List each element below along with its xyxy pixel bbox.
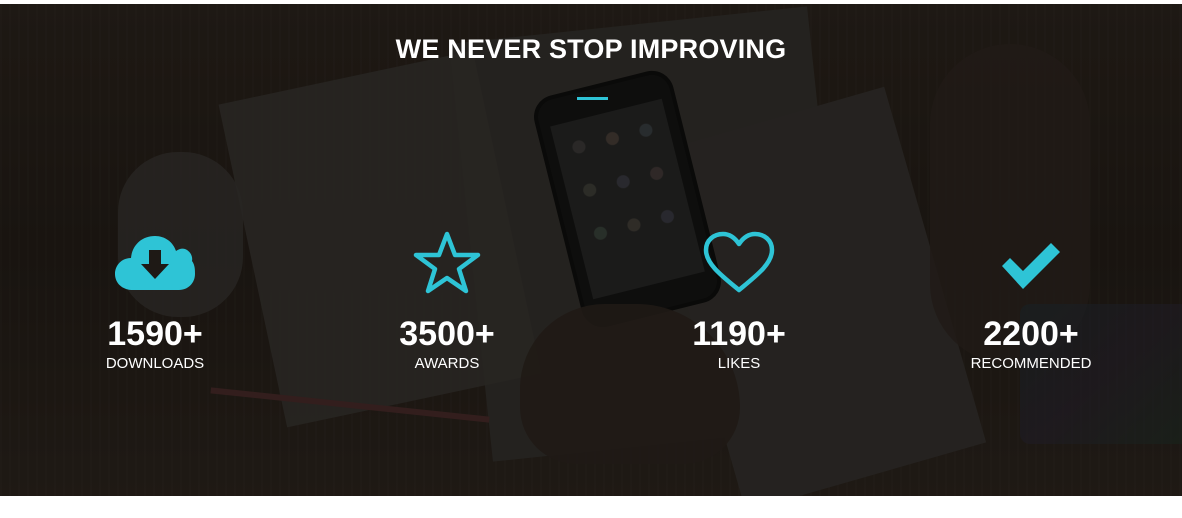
stat-value: 1590+ [107, 315, 203, 353]
stat-label: DOWNLOADS [105, 355, 205, 372]
stat-label: AWARDS [414, 355, 480, 372]
section-heading: WE NEVER STOP IMPROVING [395, 34, 787, 64]
stat-value: 3500+ [399, 315, 495, 353]
stat-likes: 1190+ LIKES [639, 230, 839, 374]
heading-divider [577, 97, 608, 100]
stat-value: 2200+ [983, 315, 1079, 353]
stat-awards: 3500+ AWARDS [347, 230, 547, 374]
heart-icon [639, 230, 839, 300]
stat-recommended: 2200+ RECOMMENDED [931, 230, 1131, 374]
stat-downloads: 1590+ DOWNLOADS [55, 230, 255, 374]
star-icon [347, 230, 547, 300]
stat-label: LIKES [717, 355, 761, 372]
stats-section: WE NEVER STOP IMPROVING 1590+ DOWNLOADS … [0, 4, 1182, 496]
stat-label: RECOMMENDED [970, 355, 1092, 372]
checkmark-icon [931, 230, 1131, 300]
cloud-download-icon [55, 230, 255, 300]
stat-value: 1190+ [692, 315, 786, 353]
